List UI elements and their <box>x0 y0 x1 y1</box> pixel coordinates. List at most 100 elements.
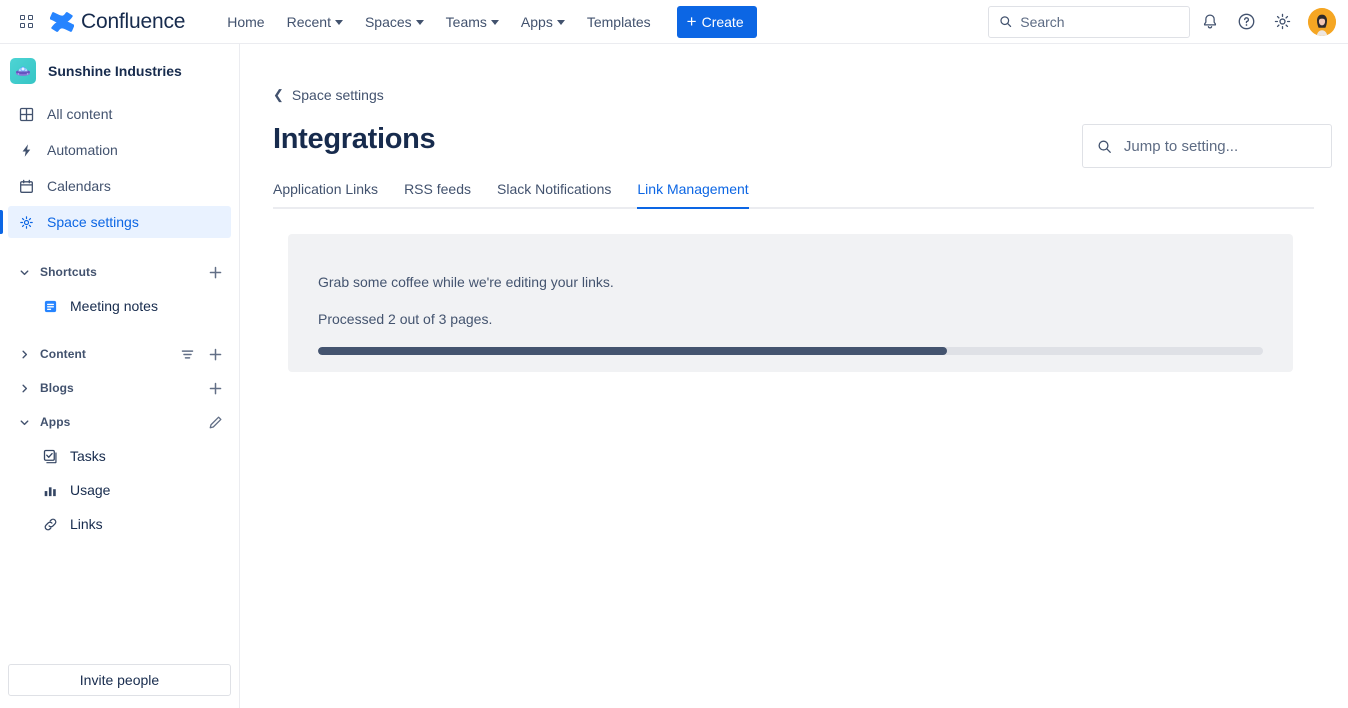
chevron-down-icon <box>557 20 565 25</box>
gear-icon <box>1273 12 1292 31</box>
tab-label: Link Management <box>637 181 748 197</box>
breadcrumb-back-link[interactable]: ❮ Space settings <box>273 87 384 103</box>
search-icon <box>999 14 1012 29</box>
nav-item-templates[interactable]: Templates <box>577 6 661 38</box>
add-content-icon[interactable] <box>203 342 227 366</box>
space-avatar <box>10 58 36 84</box>
sidebar-section-blogs[interactable]: Blogs <box>8 372 231 404</box>
section-label: Content <box>40 347 86 361</box>
chevron-down-icon[interactable] <box>12 260 36 284</box>
notifications-button[interactable] <box>1194 6 1226 38</box>
section-actions <box>203 260 227 284</box>
tab-application-links[interactable]: Application Links <box>273 181 378 207</box>
tab-label: Slack Notifications <box>497 181 611 197</box>
app-switcher-button[interactable] <box>12 8 40 36</box>
grid-dots-icon <box>20 15 33 28</box>
chevron-down-icon[interactable] <box>12 410 36 434</box>
nav-item-spaces[interactable]: Spaces <box>355 6 434 38</box>
grid-icon <box>18 106 34 122</box>
tab-rss-feeds[interactable]: RSS feeds <box>404 181 471 207</box>
space-header[interactable]: Sunshine Industries <box>0 44 239 98</box>
section-label: Shortcuts <box>40 265 97 279</box>
nav-item-home[interactable]: Home <box>217 6 274 38</box>
global-search-input[interactable] <box>1020 14 1179 30</box>
sidebar-child-label: Meeting notes <box>70 298 158 314</box>
sidebar-item-space-settings[interactable]: Space settings <box>8 206 231 238</box>
nav-item-apps[interactable]: Apps <box>511 6 575 38</box>
user-avatar[interactable] <box>1308 8 1336 36</box>
page-icon <box>42 298 58 314</box>
sidebar-item-all-content[interactable]: All content <box>8 98 231 130</box>
sidebar-item-label: All content <box>47 106 112 122</box>
link-processing-panel: Grab some coffee while we're editing you… <box>288 234 1293 372</box>
confluence-home-logo[interactable]: Confluence <box>44 10 191 34</box>
sidebar-item-calendars[interactable]: Calendars <box>8 170 231 202</box>
space-name: Sunshine Industries <box>48 63 182 79</box>
chevron-down-icon <box>416 20 424 25</box>
chevron-down-icon <box>491 20 499 25</box>
chevron-left-icon: ❮ <box>273 87 284 103</box>
nav-item-recent[interactable]: Recent <box>277 6 353 38</box>
sidebar-child-meeting-notes[interactable]: Meeting notes <box>8 290 231 322</box>
tab-label: RSS feeds <box>404 181 471 197</box>
section-actions <box>203 376 227 400</box>
calendar-icon <box>18 178 34 194</box>
nav-item-label: Apps <box>521 14 553 30</box>
sidebar-child-label: Links <box>70 516 103 532</box>
sidebar-child-usage[interactable]: Usage <box>8 474 231 506</box>
section-actions <box>175 342 227 366</box>
section-spacer <box>8 324 231 338</box>
edit-pencil-icon[interactable] <box>203 410 227 434</box>
nav-item-teams[interactable]: Teams <box>436 6 509 38</box>
nav-item-label: Home <box>227 14 264 30</box>
plus-icon: + <box>687 13 697 30</box>
back-link-label: Space settings <box>292 87 384 103</box>
sidebar-nav-list: All content Automation Calendars <box>0 98 239 540</box>
help-button[interactable] <box>1230 6 1262 38</box>
bell-icon <box>1201 13 1219 31</box>
sidebar-section-content[interactable]: Content <box>8 338 231 370</box>
sidebar-child-links[interactable]: Links <box>8 508 231 540</box>
section-label: Blogs <box>40 381 74 395</box>
tab-slack-notifications[interactable]: Slack Notifications <box>497 181 611 207</box>
sidebar-item-automation[interactable]: Automation <box>8 134 231 166</box>
invite-people-button[interactable]: Invite people <box>8 664 231 696</box>
create-button[interactable]: + Create <box>677 6 757 38</box>
tab-link-management[interactable]: Link Management <box>637 181 748 207</box>
progress-bar-track <box>318 347 1263 355</box>
panel-status: Processed 2 out of 3 pages. <box>318 311 1263 327</box>
sidebar-child-label: Tasks <box>70 448 106 464</box>
add-blog-icon[interactable] <box>203 376 227 400</box>
link-chain-icon <box>42 516 58 532</box>
jump-to-setting-input[interactable] <box>1124 138 1317 155</box>
lightning-bolt-icon <box>18 142 34 158</box>
space-sidebar: Sunshine Industries All content Automati… <box>0 44 240 708</box>
create-button-label: Create <box>702 14 744 30</box>
section-spacer <box>8 242 231 256</box>
avatar-image <box>1308 8 1336 36</box>
confluence-logo-icon <box>50 10 74 34</box>
primary-nav-items: Home Recent Spaces Teams Apps Templates <box>217 6 660 38</box>
task-checkbox-icon <box>42 448 58 464</box>
tab-label: Application Links <box>273 181 378 197</box>
settings-button[interactable] <box>1266 6 1298 38</box>
nav-item-label: Recent <box>287 14 331 30</box>
invite-people-container: Invite people <box>0 654 239 708</box>
add-shortcut-icon[interactable] <box>203 260 227 284</box>
sidebar-item-label: Space settings <box>47 214 139 230</box>
sidebar-section-shortcuts[interactable]: Shortcuts <box>8 256 231 288</box>
progress-bar-fill <box>318 347 947 355</box>
chevron-right-icon[interactable] <box>12 342 36 366</box>
section-actions <box>203 410 227 434</box>
jump-to-setting-box[interactable] <box>1082 124 1332 168</box>
sidebar-item-label: Automation <box>47 142 118 158</box>
gear-icon <box>18 214 34 230</box>
sidebar-child-tasks[interactable]: Tasks <box>8 440 231 472</box>
sidebar-section-apps[interactable]: Apps <box>8 406 231 438</box>
search-icon <box>1097 138 1112 155</box>
sort-icon[interactable] <box>175 342 199 366</box>
question-circle-icon <box>1237 12 1256 31</box>
top-navigation-bar: Confluence Home Recent Spaces Teams Apps… <box>0 0 1348 44</box>
global-search-box[interactable] <box>988 6 1190 38</box>
chevron-right-icon[interactable] <box>12 376 36 400</box>
